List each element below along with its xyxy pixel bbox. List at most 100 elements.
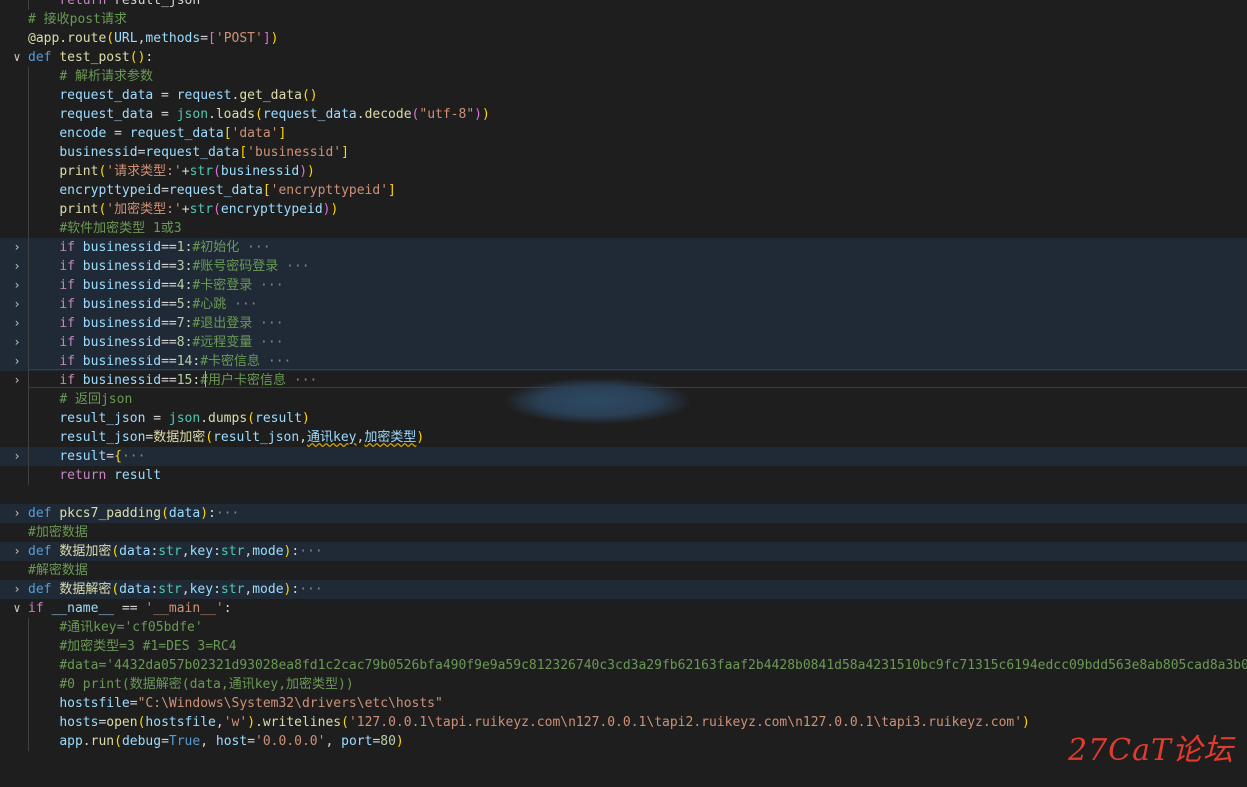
code-line[interactable]: › if businessid==4:#卡密登录 ··· xyxy=(0,276,1247,295)
fold-collapsed-icon[interactable]: › xyxy=(10,580,24,599)
code-text: businessid=request_data['businessid'] xyxy=(28,143,349,162)
code-token: result_json xyxy=(213,430,300,445)
code-line[interactable]: request_data = request.get_data() xyxy=(0,86,1247,105)
fold-collapsed-icon[interactable]: › xyxy=(10,504,24,523)
code-token: #退出登录 xyxy=(192,316,253,331)
code-token: #软件加密类型 1或3 xyxy=(59,221,182,236)
code-token: ] xyxy=(278,126,287,141)
code-token: "utf-8" xyxy=(419,107,475,122)
code-token: encrypttypeid xyxy=(220,202,323,217)
code-token: data xyxy=(168,506,201,521)
code-line[interactable]: return result xyxy=(0,466,1247,485)
code-token: def xyxy=(28,506,52,521)
line-number-gutter xyxy=(0,637,8,656)
code-line[interactable]: hostsfile="C:\Windows\System32\drivers\e… xyxy=(0,694,1247,713)
code-text: # 解析请求参数 xyxy=(28,67,153,86)
code-line[interactable]: › def pkcs7_padding(data):··· xyxy=(0,504,1247,523)
code-token: ) xyxy=(474,107,482,122)
code-token: = xyxy=(153,107,177,122)
fold-collapsed-icon[interactable]: › xyxy=(10,542,24,561)
fold-collapsed-icon[interactable]: › xyxy=(10,238,24,257)
code-line[interactable]: › def 数据加密(data:str,key:str,mode):··· xyxy=(0,542,1247,561)
fold-collapsed-icon[interactable]: › xyxy=(10,333,24,352)
code-text: def 数据加密(data:str,key:str,mode):··· xyxy=(28,542,323,561)
code-line[interactable]: › result={··· xyxy=(0,447,1247,466)
code-line[interactable]: › if businessid==7:#退出登录 ··· xyxy=(0,314,1247,333)
code-line[interactable]: #通讯key='cf05bdfe' xyxy=(0,618,1247,637)
code-line[interactable]: › if businessid==3:#账号密码登录 ··· xyxy=(0,257,1247,276)
code-line[interactable]: ∨ if __name__ == '__main__': xyxy=(0,599,1247,618)
code-line[interactable]: # 接收post请求 xyxy=(0,10,1247,29)
code-token: : xyxy=(213,544,221,559)
code-token: decode xyxy=(364,107,412,122)
code-text: if businessid==8:#远程变量 ··· xyxy=(28,333,283,352)
code-token: data xyxy=(119,544,151,559)
code-token: #解密数据 xyxy=(28,563,88,578)
code-text: #data='4432da057b02321d93028ea8fd1c2cac7… xyxy=(28,656,1247,675)
code-line[interactable]: #加密类型=3 #1=DES 3=RC4 xyxy=(0,637,1247,656)
code-token: run xyxy=(90,734,115,749)
line-number-gutter xyxy=(0,238,8,257)
code-line[interactable]: result_json=数据加密(result_json,通讯key,加密类型) xyxy=(0,428,1247,447)
code-line[interactable]: #0 print(数据解密(data,通讯key,加密类型)) xyxy=(0,675,1247,694)
code-line[interactable]: ∨ def test_post(): xyxy=(0,48,1247,67)
code-line[interactable]: #加密数据 xyxy=(0,523,1247,542)
fold-collapsed-icon[interactable]: › xyxy=(10,276,24,295)
code-line[interactable]: › if businessid==5:#心跳 ··· xyxy=(0,295,1247,314)
code-line[interactable]: › if businessid==8:#远程变量 ··· xyxy=(0,333,1247,352)
code-token: ) xyxy=(299,164,308,179)
code-line[interactable]: #data='4432da057b02321d93028ea8fd1c2cac7… xyxy=(0,656,1247,675)
fold-expanded-icon[interactable]: ∨ xyxy=(10,599,24,618)
fold-expanded-icon[interactable]: ∨ xyxy=(10,48,24,67)
code-text: hosts=open(hostsfile,'w').writelines('12… xyxy=(28,713,1030,732)
code-line[interactable]: › def 数据解密(data:str,key:str,mode):··· xyxy=(0,580,1247,599)
code-line[interactable]: encode = request_data['data'] xyxy=(0,124,1247,143)
code-line[interactable]: print('加密类型:'+str(encrypttypeid)) xyxy=(0,200,1247,219)
code-line[interactable]: print('请求类型:'+str(businessid)) xyxy=(0,162,1247,181)
code-line[interactable]: app.run(debug=True, host='0.0.0.0', port… xyxy=(0,732,1247,751)
fold-collapsed-icon[interactable]: › xyxy=(10,295,24,314)
fold-collapsed-icon[interactable]: › xyxy=(10,371,24,390)
line-number-gutter xyxy=(0,466,8,485)
code-token: URL xyxy=(114,31,138,46)
code-token: 8 xyxy=(176,335,185,350)
code-line[interactable]: @app.route(URL,methods=['POST']) xyxy=(0,29,1247,48)
fold-collapsed-icon[interactable]: › xyxy=(10,447,24,466)
code-line[interactable]: encrypttypeid=request_data['encrypttypei… xyxy=(0,181,1247,200)
code-line[interactable]: › if businessid==1:#初始化 ··· xyxy=(0,238,1247,257)
code-text: def pkcs7_padding(data):··· xyxy=(28,504,239,523)
code-token: : xyxy=(213,582,221,597)
line-number-gutter xyxy=(0,143,8,162)
code-line[interactable]: return result_json xyxy=(0,0,1247,10)
code-token: ) xyxy=(1022,715,1030,730)
code-line[interactable]: # 解析请求参数 xyxy=(0,67,1247,86)
code-token: __name__ xyxy=(51,601,115,616)
code-line[interactable]: request_data = json.loads(request_data.d… xyxy=(0,105,1247,124)
code-line[interactable]: businessid=request_data['businessid'] xyxy=(0,143,1247,162)
code-text: # 返回json xyxy=(28,390,132,409)
code-token: ( xyxy=(255,107,263,122)
code-token: ··· xyxy=(239,240,271,255)
code-token: = xyxy=(161,734,169,749)
fold-collapsed-icon[interactable]: › xyxy=(10,257,24,276)
code-token: ··· xyxy=(121,449,146,464)
code-line[interactable] xyxy=(0,485,1247,504)
code-token: if xyxy=(59,278,75,293)
code-token: if xyxy=(59,240,75,255)
line-number-gutter xyxy=(0,219,8,238)
fold-collapsed-icon[interactable]: › xyxy=(10,352,24,371)
code-token: == xyxy=(161,297,177,312)
code-line[interactable]: #软件加密类型 1或3 xyxy=(0,219,1247,238)
fold-collapsed-icon[interactable]: › xyxy=(10,314,24,333)
code-line[interactable]: #解密数据 xyxy=(0,561,1247,580)
code-token: test_post xyxy=(59,50,130,65)
code-line[interactable]: hosts=open(hostsfile,'w').writelines('12… xyxy=(0,713,1247,732)
code-token: businessid xyxy=(82,297,162,312)
